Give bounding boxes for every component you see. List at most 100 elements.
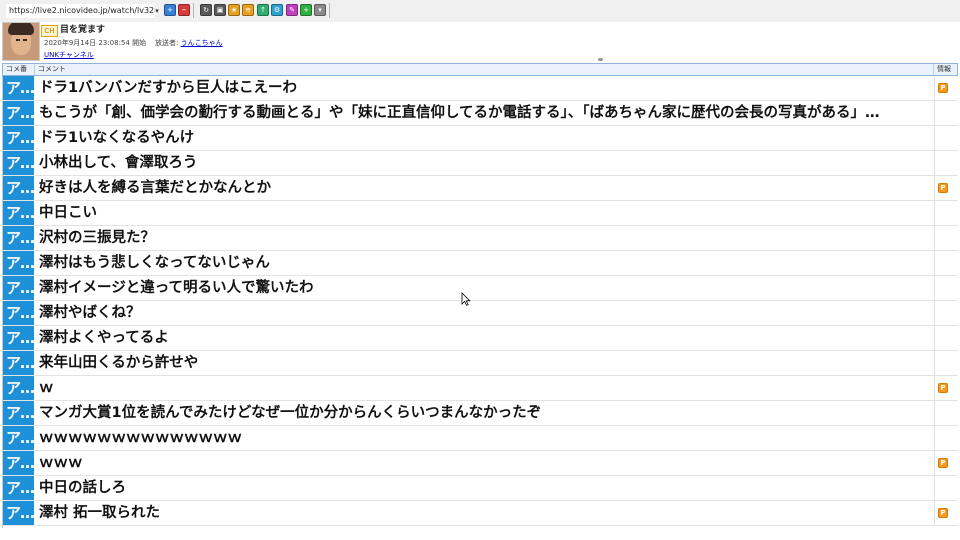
comment-row[interactable]: ア… 好きは人を縛る言葉だとかなんとか P bbox=[3, 176, 958, 201]
comment-row[interactable]: ア… 小林出して、會澤取ろう bbox=[3, 151, 958, 176]
comment-user-id[interactable]: ア… bbox=[3, 376, 34, 400]
comment-row[interactable]: ア… 澤村はもう悲しくなってないじゃん bbox=[3, 251, 958, 276]
info-column-divider bbox=[934, 401, 935, 425]
comment-row[interactable]: ア… マンガ大賞1位を読んでみたけどなぜ一位か分からんくらいつまんなかったぞ bbox=[3, 401, 958, 426]
info-column-divider bbox=[934, 226, 935, 250]
comment-row[interactable]: ア… 澤村 拓一取られた P bbox=[3, 501, 958, 526]
info-column-divider bbox=[934, 251, 935, 275]
channel-link[interactable]: UNKチャンネル bbox=[44, 50, 94, 60]
refresh-icon[interactable]: ↻ bbox=[200, 4, 212, 16]
premium-member-icon: P bbox=[938, 383, 948, 393]
info-column-divider bbox=[934, 301, 935, 325]
broadcaster-avatar[interactable] bbox=[2, 22, 40, 61]
toolbar-separator bbox=[329, 3, 330, 18]
channel-badge: CH bbox=[41, 25, 58, 37]
comment-row[interactable]: ア… 中日こい bbox=[3, 201, 958, 226]
comment-text: 中日こい bbox=[39, 205, 97, 221]
comment-user-id[interactable]: ア… bbox=[3, 201, 34, 225]
comment-row[interactable]: ア… ｗｗｗ P bbox=[3, 451, 958, 476]
comment-text: 沢村の三振見た？ bbox=[39, 230, 155, 246]
comment-user-id[interactable]: ア… bbox=[3, 476, 34, 500]
info-column-divider bbox=[934, 126, 935, 150]
comment-text: 中日の話しろ bbox=[39, 480, 126, 496]
info-column-divider bbox=[934, 151, 935, 175]
info-column-divider bbox=[934, 176, 935, 200]
comment-user-id[interactable]: ア… bbox=[3, 251, 34, 275]
comment-user-id[interactable]: ア… bbox=[3, 351, 34, 375]
plus-icon[interactable]: + bbox=[164, 4, 176, 16]
comment-row[interactable]: ア… 澤村イメージと違って明るい人で驚いたわ bbox=[3, 276, 958, 301]
comment-text: 澤村はもう悲しくなってないじゃん bbox=[39, 255, 270, 271]
comment-row[interactable]: ア… 澤村よくやってるよ bbox=[3, 326, 958, 351]
toolbar-separator bbox=[193, 3, 194, 18]
comment-user-id[interactable]: ア… bbox=[3, 426, 34, 450]
comment-text: ｗｗｗｗｗｗｗｗｗｗｗｗｗｗ bbox=[39, 430, 242, 446]
comment-row[interactable]: ア… もこうが「創、価学会の勤行する動画とる」や「妹に正直信仰してるか電話する」、… bbox=[3, 101, 958, 126]
broadcast-header: CH 目を覚ます 2020年9月14日 23:08:54 開始 放送者: うんこ… bbox=[0, 22, 960, 62]
comment-text: 好きは人を縛る言葉だとかなんとか bbox=[39, 180, 271, 196]
comment-text: ｗｗｗ bbox=[39, 455, 83, 471]
star-icon[interactable]: ★ bbox=[228, 4, 240, 16]
broadcaster-link[interactable]: うんこちゃん bbox=[181, 39, 223, 47]
broadcast-meta: 2020年9月14日 23:08:54 開始 放送者: うんこちゃん bbox=[44, 38, 223, 48]
gear-icon[interactable]: ⚙ bbox=[271, 4, 283, 16]
comment-row[interactable]: ア… 澤村やばくね？ bbox=[3, 301, 958, 326]
dropdown-box-icon[interactable]: ▾ bbox=[314, 4, 326, 16]
comment-text: もこうが「創、価学会の勤行する動画とる」や「妹に正直信仰してるか電話する」、「ば… bbox=[39, 105, 880, 121]
save-icon[interactable]: ▣ bbox=[214, 4, 226, 16]
toolbar: https://live2.nicovideo.jp/watch/lv32806… bbox=[0, 0, 960, 23]
column-header-info[interactable]: 情報 bbox=[934, 64, 957, 75]
splitter-handle[interactable] bbox=[598, 58, 603, 61]
comment-row[interactable]: ア… ｗ P bbox=[3, 376, 958, 401]
minus-icon[interactable]: − bbox=[178, 4, 190, 16]
comment-user-id[interactable]: ア… bbox=[3, 451, 34, 475]
comment-text: 澤村イメージと違って明るい人で驚いたわ bbox=[39, 280, 314, 296]
comment-row[interactable]: ア… ｗｗｗｗｗｗｗｗｗｗｗｗｗｗ bbox=[3, 426, 958, 451]
info-column-divider bbox=[934, 501, 935, 525]
url-dropdown-icon[interactable]: ▾ bbox=[152, 4, 162, 18]
premium-member-icon: P bbox=[938, 183, 948, 193]
comment-user-id[interactable]: ア… bbox=[3, 301, 34, 325]
column-header-comment[interactable]: コメント bbox=[35, 64, 934, 75]
url-field[interactable]: https://live2.nicovideo.jp/watch/lv32806… bbox=[6, 4, 155, 18]
comment-text: ドラ1いなくなるやんけ bbox=[39, 130, 195, 146]
comment-text: 澤村やばくね？ bbox=[39, 305, 141, 321]
comment-list-header: コメ番 コメント 情報 bbox=[2, 63, 958, 76]
broadcast-title: 目を覚ます bbox=[60, 25, 106, 35]
comment-user-id[interactable]: ア… bbox=[3, 401, 34, 425]
info-column-divider bbox=[934, 376, 935, 400]
pen-icon[interactable]: ✎ bbox=[286, 4, 298, 16]
comment-text: 澤村よくやってるよ bbox=[39, 330, 169, 346]
comment-row[interactable]: ア… 沢村の三振見た？ bbox=[3, 226, 958, 251]
info-column-divider bbox=[934, 426, 935, 450]
comment-user-id[interactable]: ア… bbox=[3, 101, 34, 125]
info-column-divider bbox=[934, 76, 935, 100]
upload-icon[interactable]: ↑ bbox=[257, 4, 269, 16]
comment-user-id[interactable]: ア… bbox=[3, 501, 34, 525]
comment-text: ドラ1バンバンだすから巨人はこえーわ bbox=[39, 80, 298, 96]
comment-user-id[interactable]: ア… bbox=[3, 76, 34, 100]
info-column-divider bbox=[934, 201, 935, 225]
premium-member-icon: P bbox=[938, 83, 948, 93]
list-bottom-area bbox=[0, 528, 960, 540]
comment-row[interactable]: ア… 中日の話しろ bbox=[3, 476, 958, 501]
comment-text: 小林出して、會澤取ろう bbox=[39, 155, 198, 171]
comment-row[interactable]: ア… ドラ1バンバンだすから巨人はこえーわ P bbox=[3, 76, 958, 101]
info-column-divider bbox=[934, 326, 935, 350]
comment-list: ア… ドラ1バンバンだすから巨人はこえーわ P ア… もこうが「創、価学会の勤行する動画… bbox=[2, 76, 958, 528]
comment-row[interactable]: ア… ドラ1いなくなるやんけ bbox=[3, 126, 958, 151]
column-header-number[interactable]: コメ番 bbox=[3, 64, 35, 75]
comment-user-id[interactable]: ア… bbox=[3, 276, 34, 300]
rss-icon[interactable]: ≋ bbox=[242, 4, 254, 16]
broadcaster-label: 放送者: bbox=[154, 39, 179, 47]
comment-text: 澤村 拓一取られた bbox=[39, 505, 161, 521]
comment-user-id[interactable]: ア… bbox=[3, 226, 34, 250]
comment-user-id[interactable]: ア… bbox=[3, 176, 34, 200]
plus-box-icon[interactable]: + bbox=[300, 4, 312, 16]
info-column-divider bbox=[934, 451, 935, 475]
comment-user-id[interactable]: ア… bbox=[3, 151, 34, 175]
comment-row[interactable]: ア… 来年山田くるから許せや bbox=[3, 351, 958, 376]
mouse-cursor-icon bbox=[461, 292, 471, 306]
comment-user-id[interactable]: ア… bbox=[3, 326, 34, 350]
comment-user-id[interactable]: ア… bbox=[3, 126, 34, 150]
